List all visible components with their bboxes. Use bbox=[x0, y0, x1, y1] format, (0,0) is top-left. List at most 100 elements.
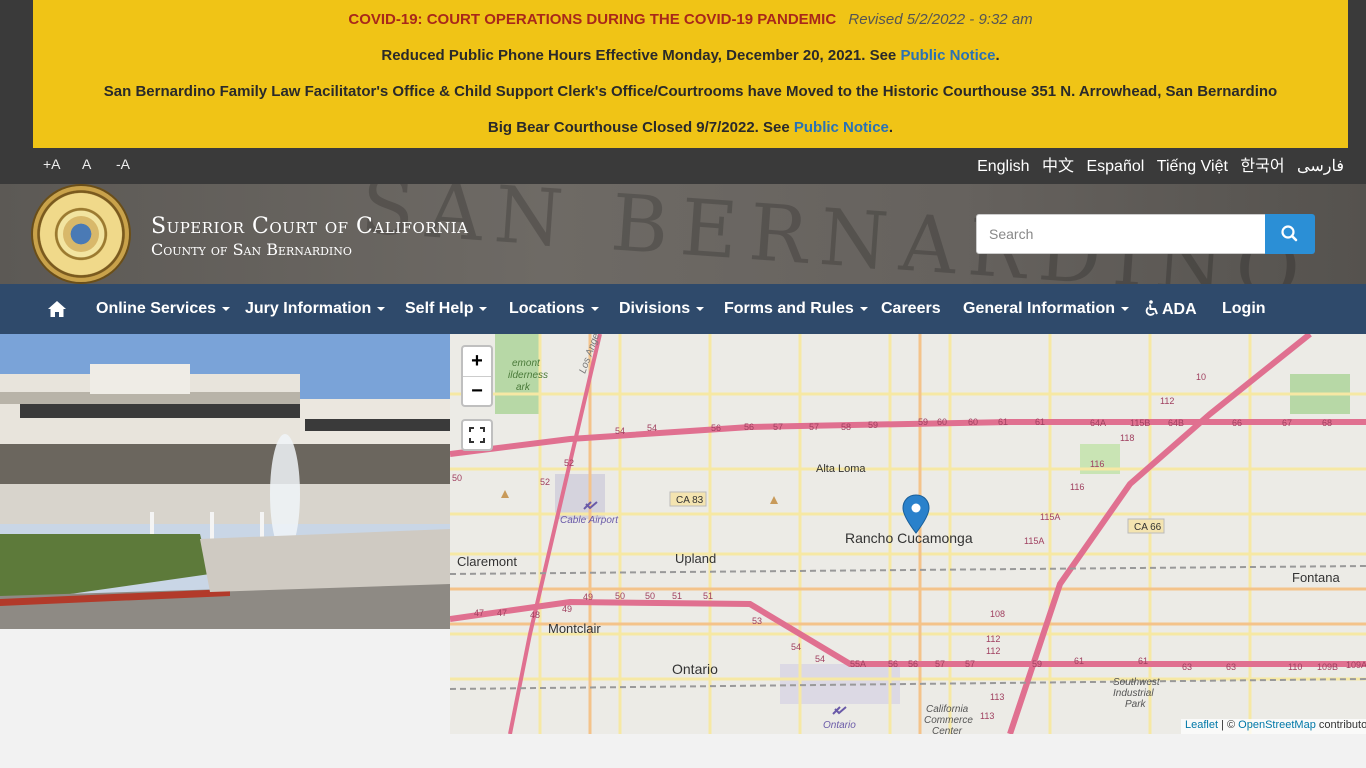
courthouse-image bbox=[0, 334, 450, 629]
nav-self-help-label: Self Help bbox=[405, 300, 474, 317]
covid-alert-line: COVID-19: COURT OPERATIONS DURING THE CO… bbox=[33, 11, 1348, 28]
nav-general-information-label: General Information bbox=[963, 300, 1116, 317]
lang-farsi[interactable]: فارسی bbox=[1297, 158, 1344, 175]
exit-label: 57 bbox=[809, 422, 819, 432]
lang-vietnamese[interactable]: Tiếng Việt bbox=[1157, 158, 1228, 175]
exit-label: 68 bbox=[1322, 418, 1332, 428]
map-attribution: Leaflet | © OpenStreetMap contributors bbox=[1181, 719, 1366, 734]
court-seal-logo[interactable] bbox=[33, 186, 129, 282]
search-input[interactable] bbox=[976, 214, 1266, 254]
exit-label: 118 bbox=[1120, 433, 1134, 443]
exit-label: 54 bbox=[791, 642, 801, 652]
exit-label: 60 bbox=[937, 417, 947, 427]
map-label-ca66: CA 66 bbox=[1134, 522, 1162, 533]
location-map[interactable]: Rancho Cucamonga Alta Loma Upland Clarem… bbox=[450, 334, 1366, 734]
exit-label: 64B bbox=[1168, 418, 1184, 428]
exit-label: 64A bbox=[1090, 418, 1106, 428]
language-selector: English 中文 Español Tiếng Việt 한국어 فارسی bbox=[969, 152, 1344, 176]
exit-label: 49 bbox=[562, 604, 572, 614]
utility-bar: +A A -A English 中文 Español Tiếng Việt 한국… bbox=[33, 148, 1348, 184]
bigbear-notice: Big Bear Courthouse Closed 9/7/2022. See… bbox=[33, 119, 1348, 136]
nav-general-information[interactable]: General Information bbox=[963, 300, 1130, 318]
font-decrease-button[interactable]: -A bbox=[116, 156, 130, 172]
home-icon[interactable] bbox=[47, 300, 67, 318]
exit-label: 52 bbox=[564, 458, 574, 468]
exit-label: 50 bbox=[645, 591, 655, 601]
nav-forms-and-rules[interactable]: Forms and Rules bbox=[724, 300, 868, 318]
nav-online-services[interactable]: Online Services bbox=[96, 300, 231, 318]
font-normal-button[interactable]: A bbox=[82, 156, 91, 172]
map-label-southwest: Southwest bbox=[1113, 677, 1161, 688]
map-label-industrial: Industrial bbox=[1113, 688, 1154, 699]
fullscreen-icon bbox=[469, 427, 485, 443]
exit-label: 66 bbox=[1232, 418, 1242, 428]
leaflet-link[interactable]: Leaflet bbox=[1185, 719, 1218, 731]
search-button[interactable] bbox=[1265, 214, 1315, 254]
chevron-down-icon bbox=[377, 306, 386, 311]
exit-label: 110 bbox=[1288, 662, 1302, 672]
lang-english[interactable]: English bbox=[977, 158, 1029, 175]
exit-label: 10 bbox=[1196, 372, 1206, 382]
osm-link[interactable]: OpenStreetMap bbox=[1238, 719, 1316, 731]
map-tiles[interactable]: Rancho Cucamonga Alta Loma Upland Clarem… bbox=[450, 334, 1366, 734]
phone-hours-notice: Reduced Public Phone Hours Effective Mon… bbox=[33, 47, 1348, 64]
phone-public-notice-link[interactable]: Public Notice bbox=[900, 47, 995, 64]
zoom-in-button[interactable]: + bbox=[463, 347, 491, 376]
map-label-wilderness3: ark bbox=[516, 382, 531, 393]
exit-label: 57 bbox=[773, 422, 783, 432]
phone-hours-text: Reduced Public Phone Hours Effective Mon… bbox=[381, 47, 897, 64]
lang-chinese[interactable]: 中文 bbox=[1042, 158, 1074, 175]
exit-label: 57 bbox=[965, 659, 975, 669]
fullscreen-button[interactable] bbox=[461, 419, 493, 451]
zoom-out-button[interactable]: − bbox=[463, 377, 491, 406]
exit-label: 116 bbox=[1070, 482, 1084, 492]
font-increase-button[interactable]: +A bbox=[43, 156, 61, 172]
map-label-ontario: Ontario bbox=[672, 661, 718, 677]
nav-careers[interactable]: Careers bbox=[881, 300, 941, 318]
exit-label: 115B bbox=[1130, 418, 1150, 428]
lang-spanish[interactable]: Español bbox=[1086, 158, 1144, 175]
exit-label: 50 bbox=[615, 591, 625, 601]
seal-center bbox=[63, 216, 99, 252]
nav-divisions[interactable]: Divisions bbox=[619, 300, 705, 318]
chevron-down-icon bbox=[590, 306, 599, 311]
map-label-ca83: CA 83 bbox=[676, 495, 704, 506]
exit-label: 112 bbox=[986, 634, 1000, 644]
exit-label: 61 bbox=[1138, 656, 1148, 666]
site-subtitle: County of San Bernardino bbox=[151, 240, 352, 259]
exit-label: 58 bbox=[841, 422, 851, 432]
nav-ada-label: ADA bbox=[1162, 301, 1197, 318]
exit-label: 61 bbox=[998, 417, 1008, 427]
map-label-montclair: Montclair bbox=[548, 621, 601, 636]
chevron-down-icon bbox=[1121, 306, 1130, 311]
exit-label: 112 bbox=[1160, 396, 1174, 406]
exit-label: 53 bbox=[752, 616, 762, 626]
exit-label: 113 bbox=[980, 711, 994, 721]
nav-self-help[interactable]: Self Help bbox=[405, 300, 488, 318]
nav-forms-and-rules-label: Forms and Rules bbox=[724, 300, 854, 317]
exit-label: 109A bbox=[1346, 660, 1366, 670]
nav-locations[interactable]: Locations bbox=[509, 300, 599, 318]
exit-label: 51 bbox=[703, 591, 713, 601]
bigbear-text: Big Bear Courthouse Closed 9/7/2022. See bbox=[487, 119, 790, 136]
nav-login-label: Login bbox=[1222, 300, 1266, 317]
exit-label: 54 bbox=[615, 426, 625, 436]
nav-login[interactable]: Login bbox=[1222, 300, 1266, 318]
exit-label: 112 bbox=[986, 646, 1000, 656]
chevron-down-icon bbox=[696, 306, 705, 311]
site-title[interactable]: Superior Court of California bbox=[151, 214, 469, 239]
exit-label: 115A bbox=[1040, 512, 1060, 522]
bigbear-public-notice-link[interactable]: Public Notice bbox=[794, 119, 889, 136]
nav-ada[interactable]: ADA bbox=[1144, 300, 1197, 319]
chevron-down-icon bbox=[479, 306, 488, 311]
nav-jury-information[interactable]: Jury Information bbox=[245, 300, 386, 318]
map-label-fontana: Fontana bbox=[1292, 570, 1340, 585]
map-zoom-control: + − bbox=[461, 345, 493, 407]
phone-period: . bbox=[995, 47, 1000, 64]
exit-label: 108 bbox=[990, 609, 1005, 619]
map-label-ontario-airport: Ontario bbox=[823, 720, 856, 731]
covid-alert-link[interactable]: COVID-19: COURT OPERATIONS DURING THE CO… bbox=[348, 11, 836, 28]
map-label-rancho: Rancho Cucamonga bbox=[845, 530, 973, 546]
lang-korean[interactable]: 한국어 bbox=[1240, 158, 1284, 175]
exit-label: 67 bbox=[1282, 418, 1292, 428]
